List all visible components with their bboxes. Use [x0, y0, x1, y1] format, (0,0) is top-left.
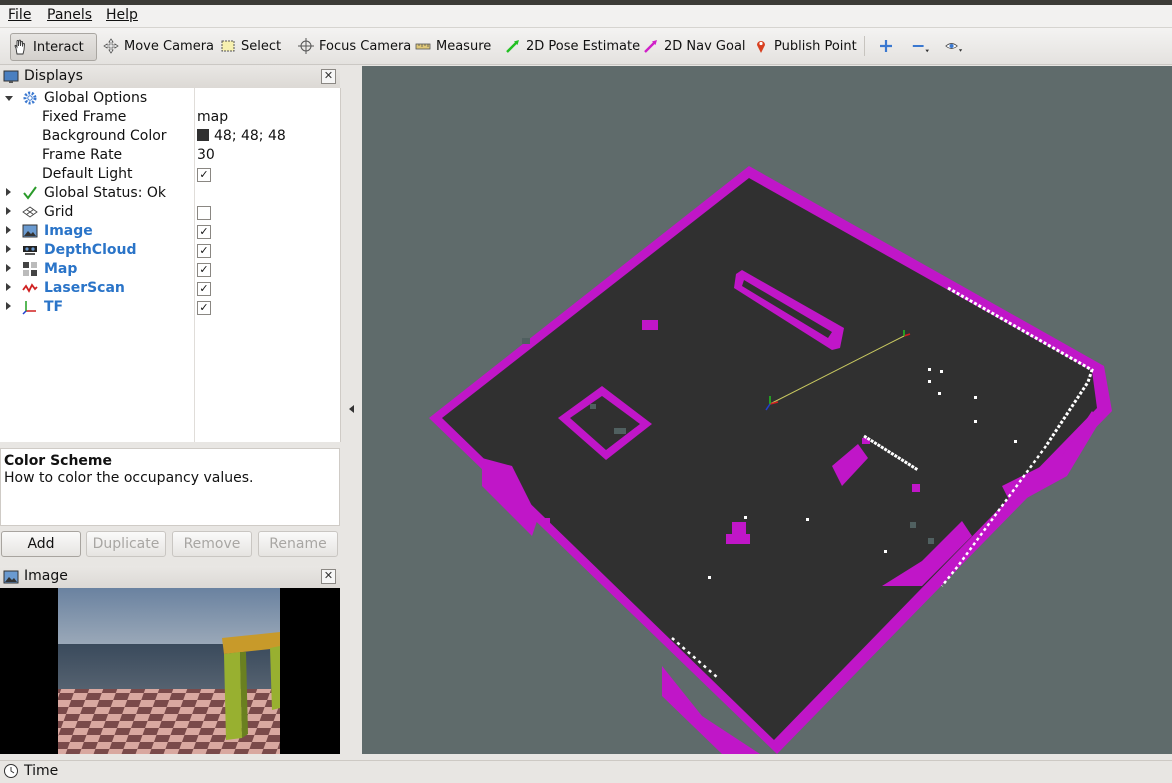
3d-render-viewport[interactable] — [362, 66, 1172, 754]
panel-collapse-handle[interactable] — [341, 66, 361, 754]
time-panel-header: Time — [0, 760, 1172, 781]
image-icon — [3, 569, 19, 585]
tree-row-grid[interactable]: Grid — [0, 203, 340, 222]
map-free-space — [442, 178, 1097, 740]
pose-estimate-tool-button[interactable]: 2D Pose Estimate — [504, 33, 640, 59]
tree-row-laserscan[interactable]: LaserScan ✓ — [0, 279, 340, 298]
tree-row-global-status[interactable]: Global Status: Ok — [0, 184, 340, 203]
collapsed-arrow-icon[interactable] — [6, 207, 11, 215]
background-color-value[interactable]: 48; 48; 48 — [197, 128, 286, 144]
displays-panel-header: Displays ✕ — [0, 66, 340, 89]
toolbar-separator — [864, 36, 865, 56]
magenta-arrow-icon — [642, 37, 660, 55]
tree-row-global-options[interactable]: Global Options — [0, 89, 340, 108]
camera-image — [58, 588, 280, 754]
gear-icon — [22, 90, 38, 106]
depthcloud-icon — [22, 242, 38, 258]
collapsed-arrow-icon[interactable] — [6, 226, 11, 234]
tf-axes-icon — [22, 299, 38, 315]
focus-camera-icon — [297, 37, 315, 55]
remove-button[interactable]: Remove — [172, 531, 252, 557]
displays-panel-title: Displays — [24, 68, 83, 84]
image-close-button[interactable]: ✕ — [321, 569, 336, 584]
rename-button[interactable]: Rename — [258, 531, 338, 557]
view-options-button[interactable] — [945, 33, 967, 59]
tree-row-map[interactable]: Map ✓ — [0, 260, 340, 279]
checkmark-icon — [22, 185, 38, 201]
map-pin-icon — [752, 37, 770, 55]
displays-button-row: Add Duplicate Remove Rename — [0, 531, 340, 557]
hand-icon — [11, 38, 29, 56]
laserscan-icon — [22, 280, 38, 296]
frame-rate-value[interactable]: 30 — [197, 147, 215, 163]
tree-column-divider — [194, 88, 195, 442]
tree-row-default-light[interactable]: Default Light ✓ — [0, 165, 340, 184]
monitor-icon — [3, 69, 19, 85]
grid-icon — [22, 204, 38, 220]
default-light-checkbox[interactable]: ✓ — [197, 168, 211, 182]
image-panel-title: Image — [24, 568, 68, 584]
description-text: How to color the occupancy values. — [4, 470, 254, 486]
tf-checkbox[interactable]: ✓ — [197, 301, 211, 315]
clock-icon — [3, 763, 19, 779]
publish-point-tool-button[interactable]: Publish Point — [752, 33, 857, 59]
collapsed-arrow-icon[interactable] — [6, 302, 11, 310]
tree-row-background-color[interactable]: Background Color 48; 48; 48 — [0, 127, 340, 146]
displays-tree: Global Options Fixed Frame map Backgroun… — [0, 88, 341, 442]
plus-icon — [877, 37, 895, 55]
collapsed-arrow-icon[interactable] — [6, 264, 11, 272]
depthcloud-checkbox[interactable]: ✓ — [197, 244, 211, 258]
collapsed-arrow-icon[interactable] — [6, 245, 11, 253]
remove-tool-button[interactable] — [911, 33, 933, 59]
tree-row-depthcloud[interactable]: DepthCloud ✓ — [0, 241, 340, 260]
duplicate-button[interactable]: Duplicate — [86, 531, 166, 557]
focus-camera-tool-button[interactable]: Focus Camera — [297, 33, 411, 59]
property-description: Color Scheme How to color the occupancy … — [0, 448, 340, 526]
nav-goal-tool-button[interactable]: 2D Nav Goal — [642, 33, 746, 59]
interact-tool-button[interactable]: Interact — [10, 33, 97, 61]
image-checkbox[interactable]: ✓ — [197, 225, 211, 239]
add-tool-button[interactable] — [877, 33, 899, 59]
collapsed-arrow-icon[interactable] — [6, 188, 11, 196]
tree-row-image[interactable]: Image ✓ — [0, 222, 340, 241]
tree-row-tf[interactable]: TF ✓ — [0, 298, 340, 317]
fixed-frame-value[interactable]: map — [197, 109, 228, 125]
green-arrow-icon — [504, 37, 522, 55]
camera-image-view — [0, 588, 340, 754]
time-label: Time — [24, 763, 59, 779]
menu-panels[interactable]: Panels — [47, 7, 92, 23]
expanded-arrow-icon[interactable] — [5, 96, 13, 101]
measure-tool-button[interactable]: Measure — [414, 33, 491, 59]
menu-file[interactable]: File — [8, 7, 31, 23]
image-icon — [22, 223, 38, 239]
add-button[interactable]: Add — [1, 531, 81, 557]
color-swatch — [197, 129, 209, 141]
select-tool-button[interactable]: Select — [219, 33, 281, 59]
ruler-icon — [414, 37, 432, 55]
minus-icon — [911, 37, 929, 55]
description-title: Color Scheme — [4, 453, 113, 469]
displays-close-button[interactable]: ✕ — [321, 69, 336, 84]
tree-row-fixed-frame[interactable]: Fixed Frame map — [0, 108, 340, 127]
select-icon — [219, 37, 237, 55]
tool-bar: Interact Move Camera Select Focus Camera… — [0, 28, 1172, 65]
collapsed-arrow-icon[interactable] — [6, 283, 11, 291]
move-camera-tool-button[interactable]: Move Camera — [102, 33, 214, 59]
tree-row-frame-rate[interactable]: Frame Rate 30 — [0, 146, 340, 165]
map-checkbox[interactable]: ✓ — [197, 263, 211, 277]
image-panel-header: Image ✕ — [0, 566, 340, 589]
map-icon — [22, 261, 38, 277]
menu-help[interactable]: Help — [106, 7, 138, 23]
move-camera-icon — [102, 37, 120, 55]
occupancy-map-render — [429, 166, 1112, 754]
laserscan-checkbox[interactable]: ✓ — [197, 282, 211, 296]
grid-checkbox[interactable] — [197, 206, 211, 220]
eye-icon — [945, 37, 963, 55]
menu-bar: File Panels Help — [0, 5, 1172, 28]
